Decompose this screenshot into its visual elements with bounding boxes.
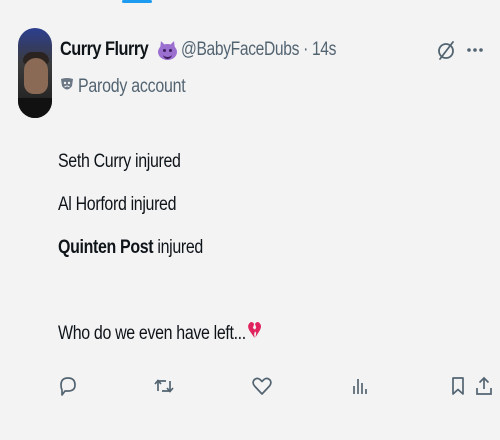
display-name[interactable]: Curry Flurry: [60, 39, 149, 61]
avatar[interactable]: [18, 28, 52, 118]
parody-label-row: Parody account: [60, 74, 206, 100]
tweet-card[interactable]: Curry Flurry @BabyFaceDubs · 14s Parody …: [0, 18, 500, 440]
more-icon[interactable]: [466, 39, 484, 61]
smiling-devil-emoji-icon: [157, 39, 177, 60]
active-tab-indicator: [122, 0, 152, 3]
timestamp[interactable]: 14s: [312, 39, 336, 60]
retweet-icon[interactable]: [152, 370, 176, 402]
grok-icon[interactable]: [436, 39, 456, 61]
reply-icon[interactable]: [56, 370, 80, 402]
views-icon[interactable]: [348, 370, 372, 402]
tweet-line: Quinten Post injured: [58, 237, 203, 258]
user-handle[interactable]: @BabyFaceDubs · 14s: [181, 39, 336, 61]
tweet-header: Curry Flurry @BabyFaceDubs · 14s: [60, 36, 484, 64]
header-actions: [436, 36, 484, 64]
like-icon[interactable]: [250, 370, 274, 402]
top-divider: [0, 0, 500, 6]
share-icon[interactable]: [472, 370, 496, 402]
theater-masks-icon: [60, 77, 74, 98]
tweet-text: Seth Curry injured Al Horford injured Qu…: [58, 140, 478, 355]
bold-name: Quinten Post: [58, 237, 154, 258]
parody-account-label: Parody account: [78, 76, 186, 97]
tweet-line: Seth Curry injured: [58, 151, 181, 172]
avatar-face: [24, 58, 48, 94]
bookmark-icon[interactable]: [446, 370, 470, 402]
tweet-line: Who do we even have left...: [58, 312, 411, 355]
avatar-shirt: [18, 98, 52, 118]
action-bar: [56, 370, 496, 406]
broken-heart-icon: [247, 312, 261, 355]
tweet-line: Al Horford injured: [58, 194, 177, 215]
